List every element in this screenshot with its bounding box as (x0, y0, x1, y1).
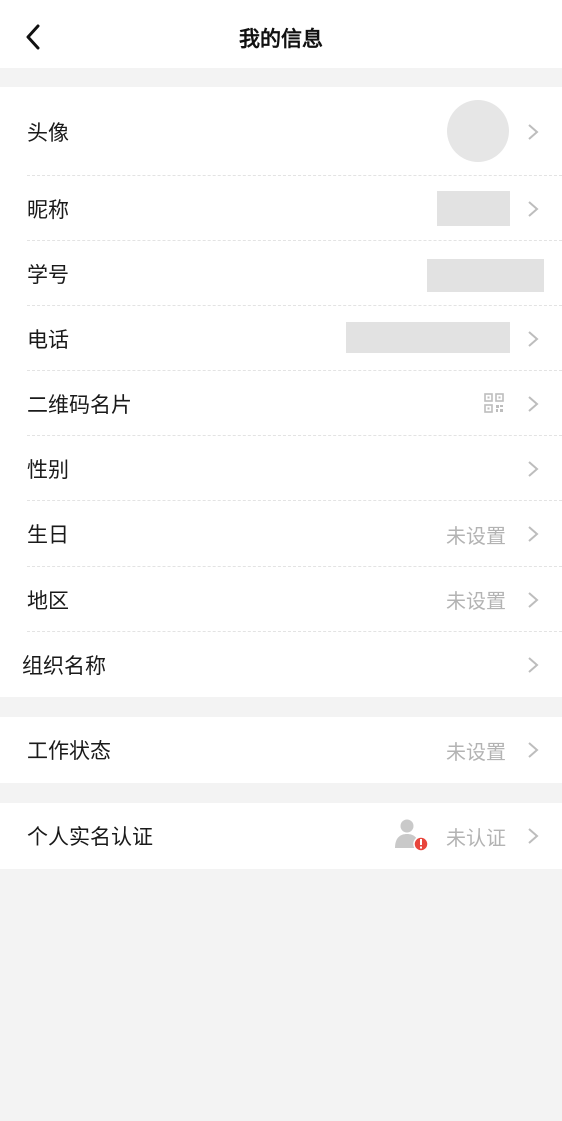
birthday-row[interactable]: 生日 未设置 (0, 501, 562, 567)
qr-card-label: 二维码名片 (27, 392, 132, 417)
chevron-right-icon (528, 526, 539, 542)
real-name-value: 未认证 (446, 825, 506, 850)
organization-label: 组织名称 (22, 653, 106, 678)
phone-row[interactable]: 电话 (0, 306, 562, 371)
birthday-label: 生日 (27, 523, 69, 547)
real-name-label: 个人实名认证 (27, 825, 153, 849)
profile-info-group: 头像 昵称 学号 电话 二维码名片 性别 生日 未设置 地区 未设置 组织名称 (0, 87, 562, 697)
chevron-right-icon (528, 657, 539, 673)
chevron-right-icon (528, 461, 539, 477)
chevron-right-icon (528, 742, 539, 758)
work-status-value: 未设置 (446, 739, 506, 764)
avatar-label: 头像 (27, 120, 69, 145)
nickname-row[interactable]: 昵称 (0, 176, 562, 241)
nickname-value-redacted (437, 191, 510, 226)
region-label: 地区 (27, 588, 69, 613)
phone-label: 电话 (27, 327, 69, 352)
chevron-right-icon (528, 124, 539, 140)
user-alert-icon (395, 819, 429, 852)
top-bar: 我的信息 (0, 0, 562, 68)
page-title: 我的信息 (239, 27, 323, 51)
chevron-right-icon (528, 592, 539, 608)
real-name-row[interactable]: 个人实名认证 未认证 (0, 803, 562, 869)
region-row[interactable]: 地区 未设置 (0, 567, 562, 632)
qr-card-row[interactable]: 二维码名片 (0, 371, 562, 436)
birthday-value: 未设置 (446, 523, 506, 548)
work-status-label: 工作状态 (27, 739, 111, 763)
qr-code-icon (484, 393, 504, 413)
work-status-group: 工作状态 未设置 (0, 717, 562, 783)
student-id-row: 学号 (0, 241, 562, 306)
region-value: 未设置 (446, 589, 506, 613)
chevron-right-icon (528, 201, 539, 217)
work-status-row[interactable]: 工作状态 未设置 (0, 717, 562, 783)
student-id-label: 学号 (27, 262, 69, 287)
chevron-right-icon (528, 828, 539, 844)
my-info-page: 我的信息 头像 昵称 学号 电话 二维码名片 性别 生日 未设置 地区 未设置 … (0, 0, 562, 1121)
chevron-right-icon (528, 396, 539, 412)
phone-value-redacted (346, 322, 510, 353)
student-id-value-redacted (427, 259, 544, 292)
verification-group: 个人实名认证 未认证 (0, 803, 562, 869)
organization-row[interactable]: 组织名称 (0, 632, 562, 697)
gender-row[interactable]: 性别 (0, 436, 562, 501)
chevron-right-icon (528, 331, 539, 347)
avatar[interactable] (447, 100, 509, 162)
nickname-label: 昵称 (27, 197, 69, 222)
avatar-row[interactable]: 头像 (0, 87, 562, 176)
gender-label: 性别 (27, 457, 69, 482)
